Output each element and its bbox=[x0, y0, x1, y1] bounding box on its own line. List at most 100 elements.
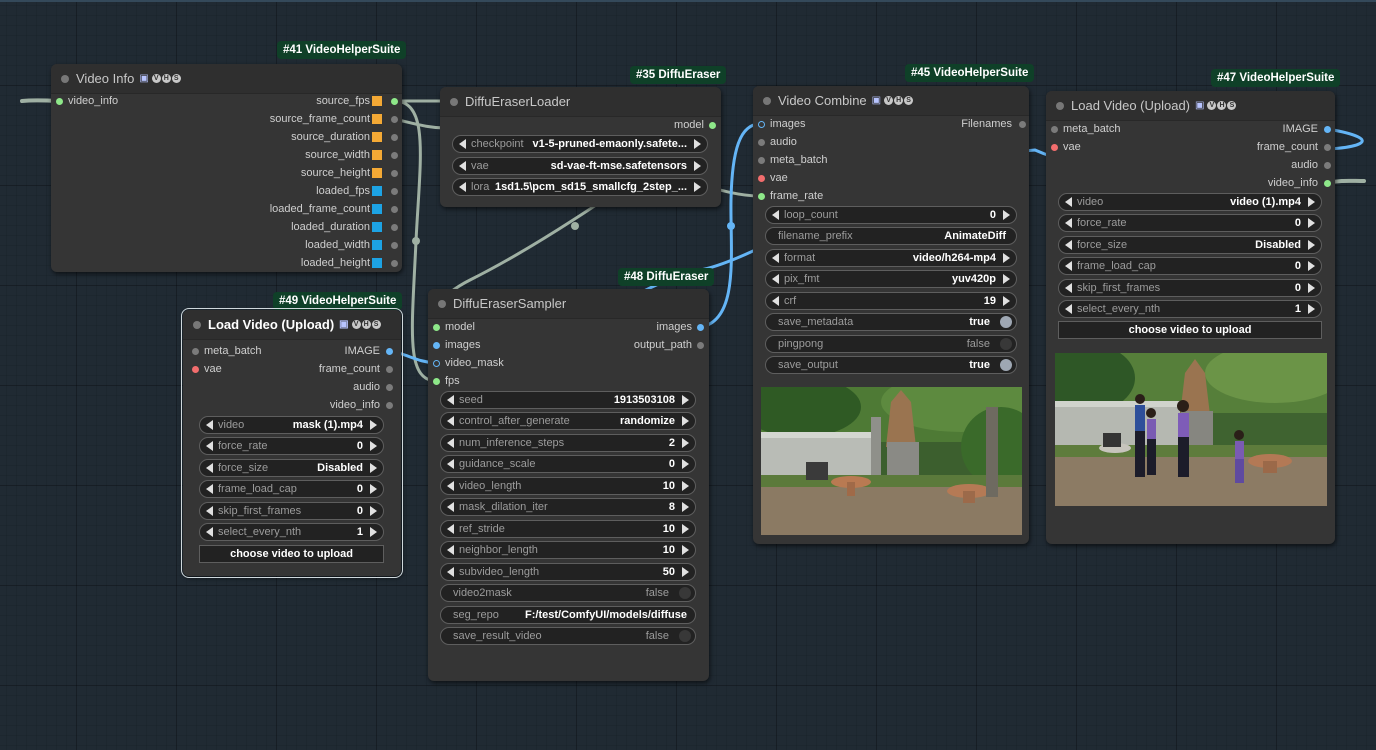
collapse-dot-icon[interactable] bbox=[438, 300, 446, 308]
seg-repo-text[interactable]: seg_repo F:/test/ComfyUI/models/diffuse bbox=[440, 606, 696, 624]
arrow-left-icon[interactable] bbox=[447, 416, 454, 426]
arrow-right-icon[interactable] bbox=[694, 182, 701, 192]
arrow-right-icon[interactable] bbox=[1003, 296, 1010, 306]
video-combo[interactable]: video video (1).mp4 bbox=[1058, 193, 1322, 211]
output-dot[interactable] bbox=[391, 206, 398, 213]
arrow-right-icon[interactable] bbox=[682, 524, 689, 534]
arrow-right-icon[interactable] bbox=[370, 484, 377, 494]
input-dot-vae[interactable] bbox=[1051, 144, 1058, 151]
output-dot-model[interactable] bbox=[709, 122, 716, 129]
node-title-bar[interactable]: DiffuEraserSampler bbox=[428, 289, 709, 319]
collapse-dot-icon[interactable] bbox=[193, 321, 201, 329]
save-result-video-toggle[interactable]: save_result_video false bbox=[440, 627, 696, 645]
input-dot-fps[interactable] bbox=[433, 378, 440, 385]
ref-stride-number[interactable]: ref_stride 10 bbox=[440, 520, 696, 538]
vae-combo[interactable]: vae sd-vae-ft-mse.safetensors bbox=[452, 157, 708, 175]
output-dot-video-info[interactable] bbox=[386, 402, 393, 409]
output-dot[interactable] bbox=[391, 188, 398, 195]
arrow-left-icon[interactable] bbox=[1065, 218, 1072, 228]
output-dot[interactable] bbox=[391, 170, 398, 177]
toggle-knob-icon[interactable] bbox=[1000, 359, 1012, 371]
output-dot[interactable] bbox=[391, 116, 398, 123]
input-dot-vae[interactable] bbox=[758, 175, 765, 182]
select-every-nth-number[interactable]: select_every_nth 1 bbox=[199, 523, 384, 541]
output-dot-frame-count[interactable] bbox=[1324, 144, 1331, 151]
neighbor-length-number[interactable]: neighbor_length 10 bbox=[440, 541, 696, 559]
arrow-right-icon[interactable] bbox=[370, 441, 377, 451]
guidance-scale-number[interactable]: guidance_scale 0 bbox=[440, 455, 696, 473]
output-dot-image[interactable] bbox=[1324, 126, 1331, 133]
arrow-right-icon[interactable] bbox=[682, 567, 689, 577]
arrow-left-icon[interactable] bbox=[772, 274, 779, 284]
filename-prefix-text[interactable]: filename_prefix AnimateDiff bbox=[765, 227, 1017, 245]
node-title-bar[interactable]: Load Video (Upload) ▣ V H S bbox=[1046, 91, 1335, 121]
video-info-node[interactable]: Video Info ▣ V H S video_info source_fps sou… bbox=[51, 64, 402, 272]
arrow-right-icon[interactable] bbox=[370, 420, 377, 430]
arrow-left-icon[interactable] bbox=[206, 484, 213, 494]
arrow-right-icon[interactable] bbox=[1308, 261, 1315, 271]
arrow-right-icon[interactable] bbox=[682, 459, 689, 469]
input-dot-images[interactable] bbox=[433, 342, 440, 349]
video-combo[interactable]: video mask (1).mp4 bbox=[199, 416, 384, 434]
arrow-left-icon[interactable] bbox=[447, 502, 454, 512]
mask-dilation-iter-number[interactable]: mask_dilation_iter 8 bbox=[440, 498, 696, 516]
arrow-left-icon[interactable] bbox=[459, 161, 466, 171]
input-dot-frame-rate[interactable] bbox=[758, 193, 765, 200]
pix-fmt-combo[interactable]: pix_fmt yuv420p bbox=[765, 270, 1017, 288]
input-dot-video-mask[interactable] bbox=[433, 360, 440, 367]
num-inference-steps-number[interactable]: num_inference_steps 2 bbox=[440, 434, 696, 452]
arrow-right-icon[interactable] bbox=[1308, 304, 1315, 314]
collapse-dot-icon[interactable] bbox=[763, 97, 771, 105]
format-combo[interactable]: format video/h264-mp4 bbox=[765, 249, 1017, 267]
node-title-bar[interactable]: Load Video (Upload) ▣ V H S bbox=[183, 310, 401, 340]
collapse-dot-icon[interactable] bbox=[61, 75, 69, 83]
input-dot-audio[interactable] bbox=[758, 139, 765, 146]
arrow-right-icon[interactable] bbox=[370, 463, 377, 473]
output-dot-filenames[interactable] bbox=[1019, 121, 1026, 128]
arrow-left-icon[interactable] bbox=[447, 481, 454, 491]
lora-combo[interactable]: lora 1sd1.5\pcm_sd15_smallcfg_2step_... bbox=[452, 178, 708, 196]
arrow-left-icon[interactable] bbox=[206, 527, 213, 537]
input-dot-model[interactable] bbox=[433, 324, 440, 331]
checkpoint-combo[interactable]: checkpoint v1-5-pruned-emaonly.safete... bbox=[452, 135, 708, 153]
seed-number[interactable]: seed 1913503108 bbox=[440, 391, 696, 409]
arrow-left-icon[interactable] bbox=[1065, 197, 1072, 207]
arrow-right-icon[interactable] bbox=[1308, 240, 1315, 250]
force-rate-number[interactable]: force_rate 0 bbox=[199, 437, 384, 455]
output-dot-image[interactable] bbox=[386, 348, 393, 355]
arrow-left-icon[interactable] bbox=[447, 524, 454, 534]
arrow-left-icon[interactable] bbox=[1065, 240, 1072, 250]
choose-video-button[interactable]: choose video to upload bbox=[1058, 321, 1322, 339]
skip-first-frames-number[interactable]: skip_first_frames 0 bbox=[1058, 279, 1322, 297]
choose-video-button[interactable]: choose video to upload bbox=[199, 545, 384, 563]
output-dot-images[interactable] bbox=[697, 324, 704, 331]
arrow-right-icon[interactable] bbox=[1003, 253, 1010, 263]
input-dot-meta-batch[interactable] bbox=[192, 348, 199, 355]
skip-first-frames-number[interactable]: skip_first_frames 0 bbox=[199, 502, 384, 520]
arrow-left-icon[interactable] bbox=[1065, 261, 1072, 271]
output-dot-audio[interactable] bbox=[1324, 162, 1331, 169]
arrow-left-icon[interactable] bbox=[447, 438, 454, 448]
output-dot[interactable] bbox=[391, 134, 398, 141]
output-dot[interactable] bbox=[391, 224, 398, 231]
toggle-knob-icon[interactable] bbox=[1000, 338, 1012, 350]
node-title-bar[interactable]: Video Info ▣ V H S bbox=[51, 64, 402, 94]
arrow-right-icon[interactable] bbox=[682, 502, 689, 512]
diffueraser-loader-node[interactable]: DiffuEraserLoader model checkpoint v1-5-p… bbox=[440, 87, 721, 207]
force-rate-number[interactable]: force_rate 0 bbox=[1058, 214, 1322, 232]
arrow-left-icon[interactable] bbox=[206, 420, 213, 430]
diffueraser-sampler-node[interactable]: DiffuEraserSampler model images video_ma… bbox=[428, 289, 709, 681]
collapse-dot-icon[interactable] bbox=[1056, 102, 1064, 110]
arrow-right-icon[interactable] bbox=[682, 481, 689, 491]
arrow-left-icon[interactable] bbox=[206, 463, 213, 473]
control-after-generate-combo[interactable]: control_after_generate randomize bbox=[440, 412, 696, 430]
force-size-combo[interactable]: force_size Disabled bbox=[1058, 236, 1322, 254]
arrow-left-icon[interactable] bbox=[772, 296, 779, 306]
arrow-left-icon[interactable] bbox=[447, 567, 454, 577]
toggle-knob-icon[interactable] bbox=[679, 587, 691, 599]
input-dot-meta-batch[interactable] bbox=[758, 157, 765, 164]
arrow-left-icon[interactable] bbox=[1065, 283, 1072, 293]
video-length-number[interactable]: video_length 10 bbox=[440, 477, 696, 495]
arrow-right-icon[interactable] bbox=[682, 395, 689, 405]
arrow-left-icon[interactable] bbox=[772, 210, 779, 220]
